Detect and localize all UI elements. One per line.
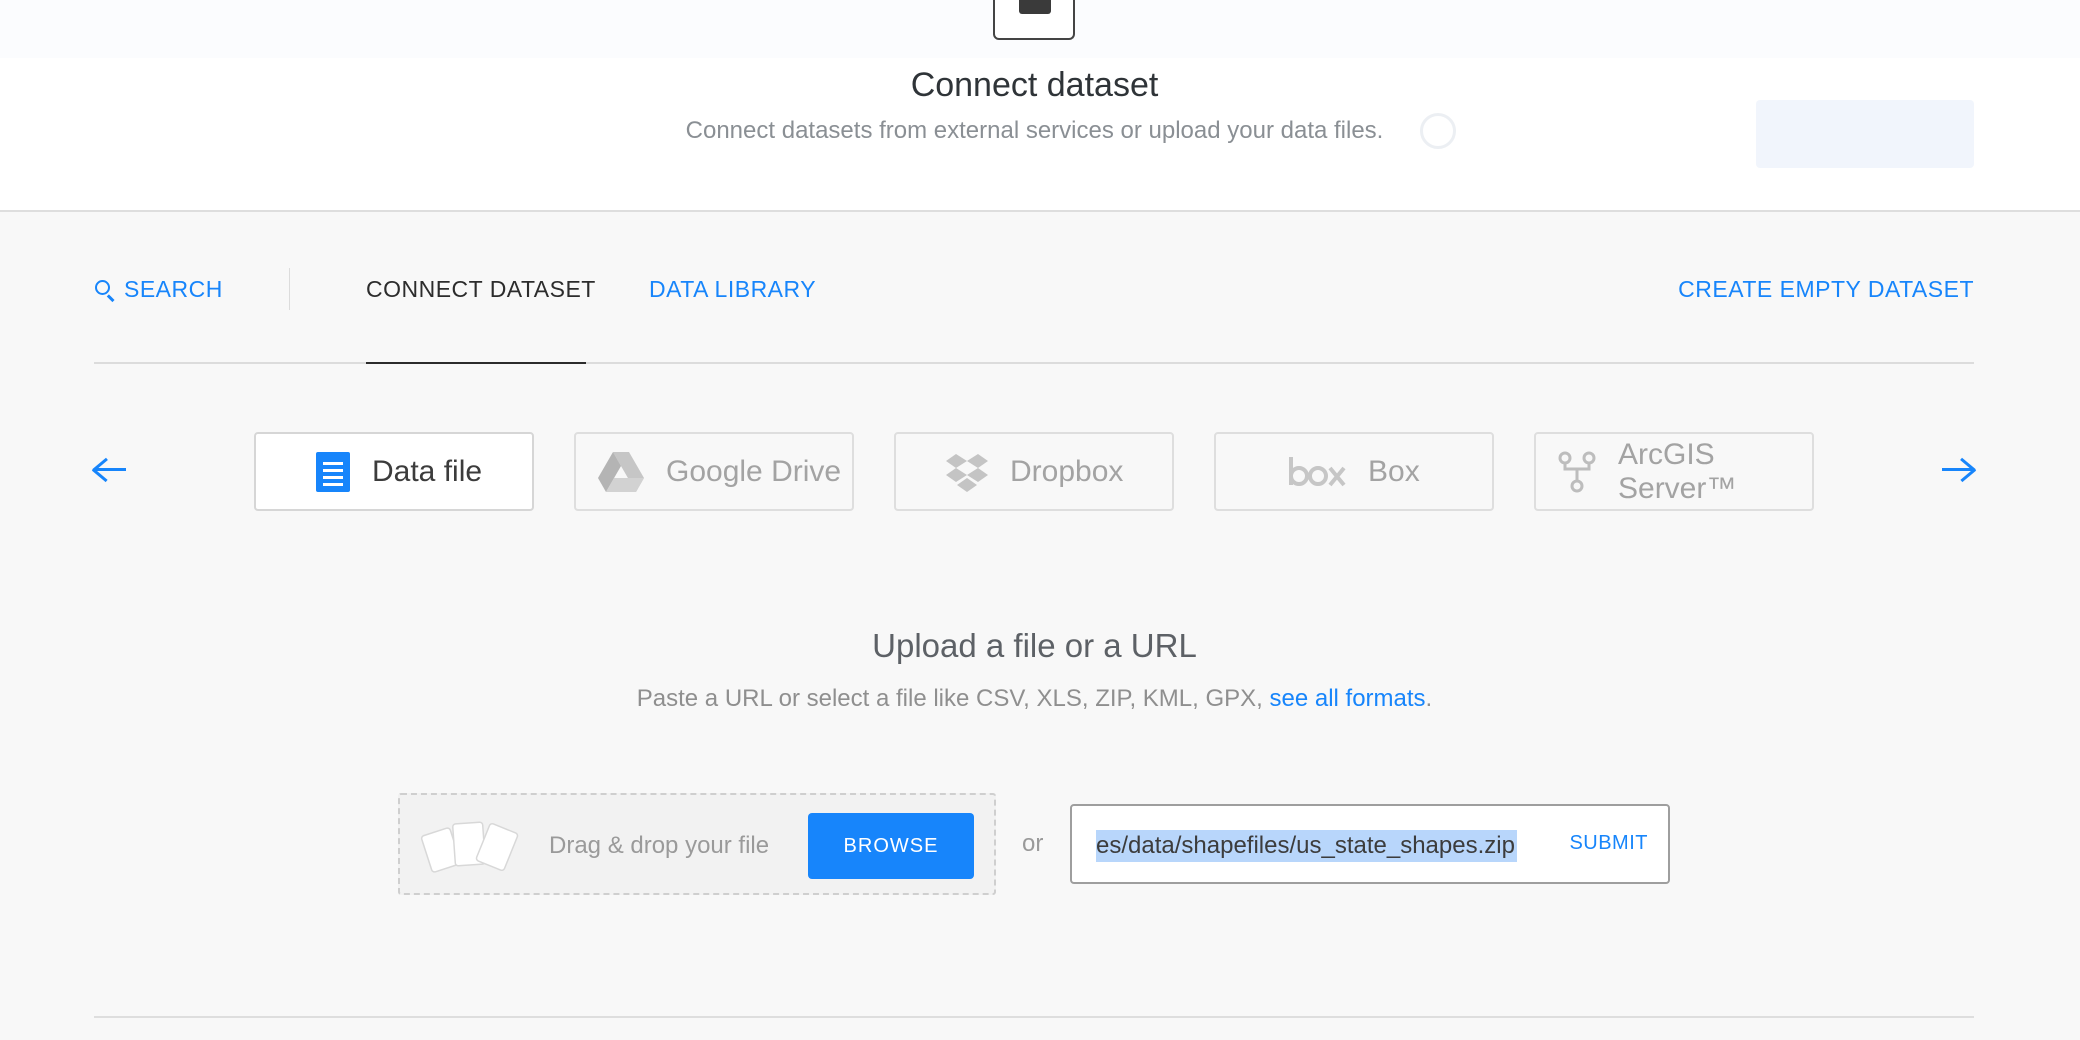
upload-subtitle-text: Paste a URL or select a file like CSV, X… xyxy=(636,685,1270,712)
upload-subtitle-suffix: . xyxy=(1425,685,1433,712)
document-icon xyxy=(316,451,350,492)
service-data-file[interactable]: Data file xyxy=(254,432,534,511)
page-title: Connect dataset xyxy=(910,66,1159,104)
carousel-prev-arrow-icon[interactable] xyxy=(92,452,128,488)
arcgis-icon xyxy=(1558,451,1596,493)
active-tab-indicator xyxy=(366,362,586,364)
tab-search[interactable]: SEARCH xyxy=(94,276,223,303)
service-label: ArcGIS Server™ xyxy=(1618,437,1737,505)
service-box[interactable]: Box xyxy=(1214,432,1494,511)
tab-data-library[interactable]: DATA LIBRARY xyxy=(649,276,816,303)
page-subtitle: Connect datasets from external services … xyxy=(685,117,1384,144)
tab-bar: SEARCH CONNECT DATASET DATA LIBRARY CREA… xyxy=(94,252,1974,364)
tab-connect-dataset[interactable]: CONNECT DATASET xyxy=(366,276,596,303)
service-google-drive[interactable]: Google Drive xyxy=(574,432,854,511)
dropbox-icon xyxy=(946,452,988,492)
browse-button[interactable]: BROWSE xyxy=(808,813,974,879)
file-dropzone[interactable]: Drag & drop your file BROWSE xyxy=(398,793,996,895)
box-icon xyxy=(1288,456,1346,487)
service-label: Data file xyxy=(372,454,483,488)
connect-dataset-icon xyxy=(993,0,1075,40)
files-icon xyxy=(420,813,526,879)
search-icon xyxy=(94,279,116,302)
url-input-value[interactable]: es/data/shapefiles/us_state_shapes.zip xyxy=(1096,830,1517,862)
service-label: Google Drive xyxy=(666,454,842,488)
create-empty-dataset-link[interactable]: CREATE EMPTY DATASET xyxy=(1678,276,1974,303)
submit-button[interactable]: SUBMIT xyxy=(1569,832,1648,855)
service-label: Box xyxy=(1368,454,1420,488)
service-label: Dropbox xyxy=(1010,454,1124,488)
service-dropbox[interactable]: Dropbox xyxy=(894,432,1174,511)
drop-text: Drag & drop your file xyxy=(549,832,770,859)
google-drive-icon xyxy=(598,451,644,492)
section-divider xyxy=(94,1016,1974,1018)
modal-header: Connect dataset Connect datasets from ex… xyxy=(0,0,2080,212)
upload-title: Upload a file or a URL xyxy=(872,627,1197,664)
carousel-next-arrow-icon[interactable] xyxy=(1940,452,1976,488)
tab-search-label: SEARCH xyxy=(124,276,223,302)
see-all-formats-link[interactable]: see all formats xyxy=(1269,685,1425,712)
upload-subtitle: Paste a URL or select a file like CSV, X… xyxy=(0,685,2069,713)
service-arcgis[interactable]: ArcGIS Server™ xyxy=(1534,432,1814,511)
or-separator: or xyxy=(1022,830,1044,857)
url-field[interactable]: es/data/shapefiles/us_state_shapes.zip S… xyxy=(1070,804,1670,884)
service-carousel: Data file Google Drive Dropbox Box ArcGI… xyxy=(254,432,1814,512)
tab-divider xyxy=(289,268,290,310)
